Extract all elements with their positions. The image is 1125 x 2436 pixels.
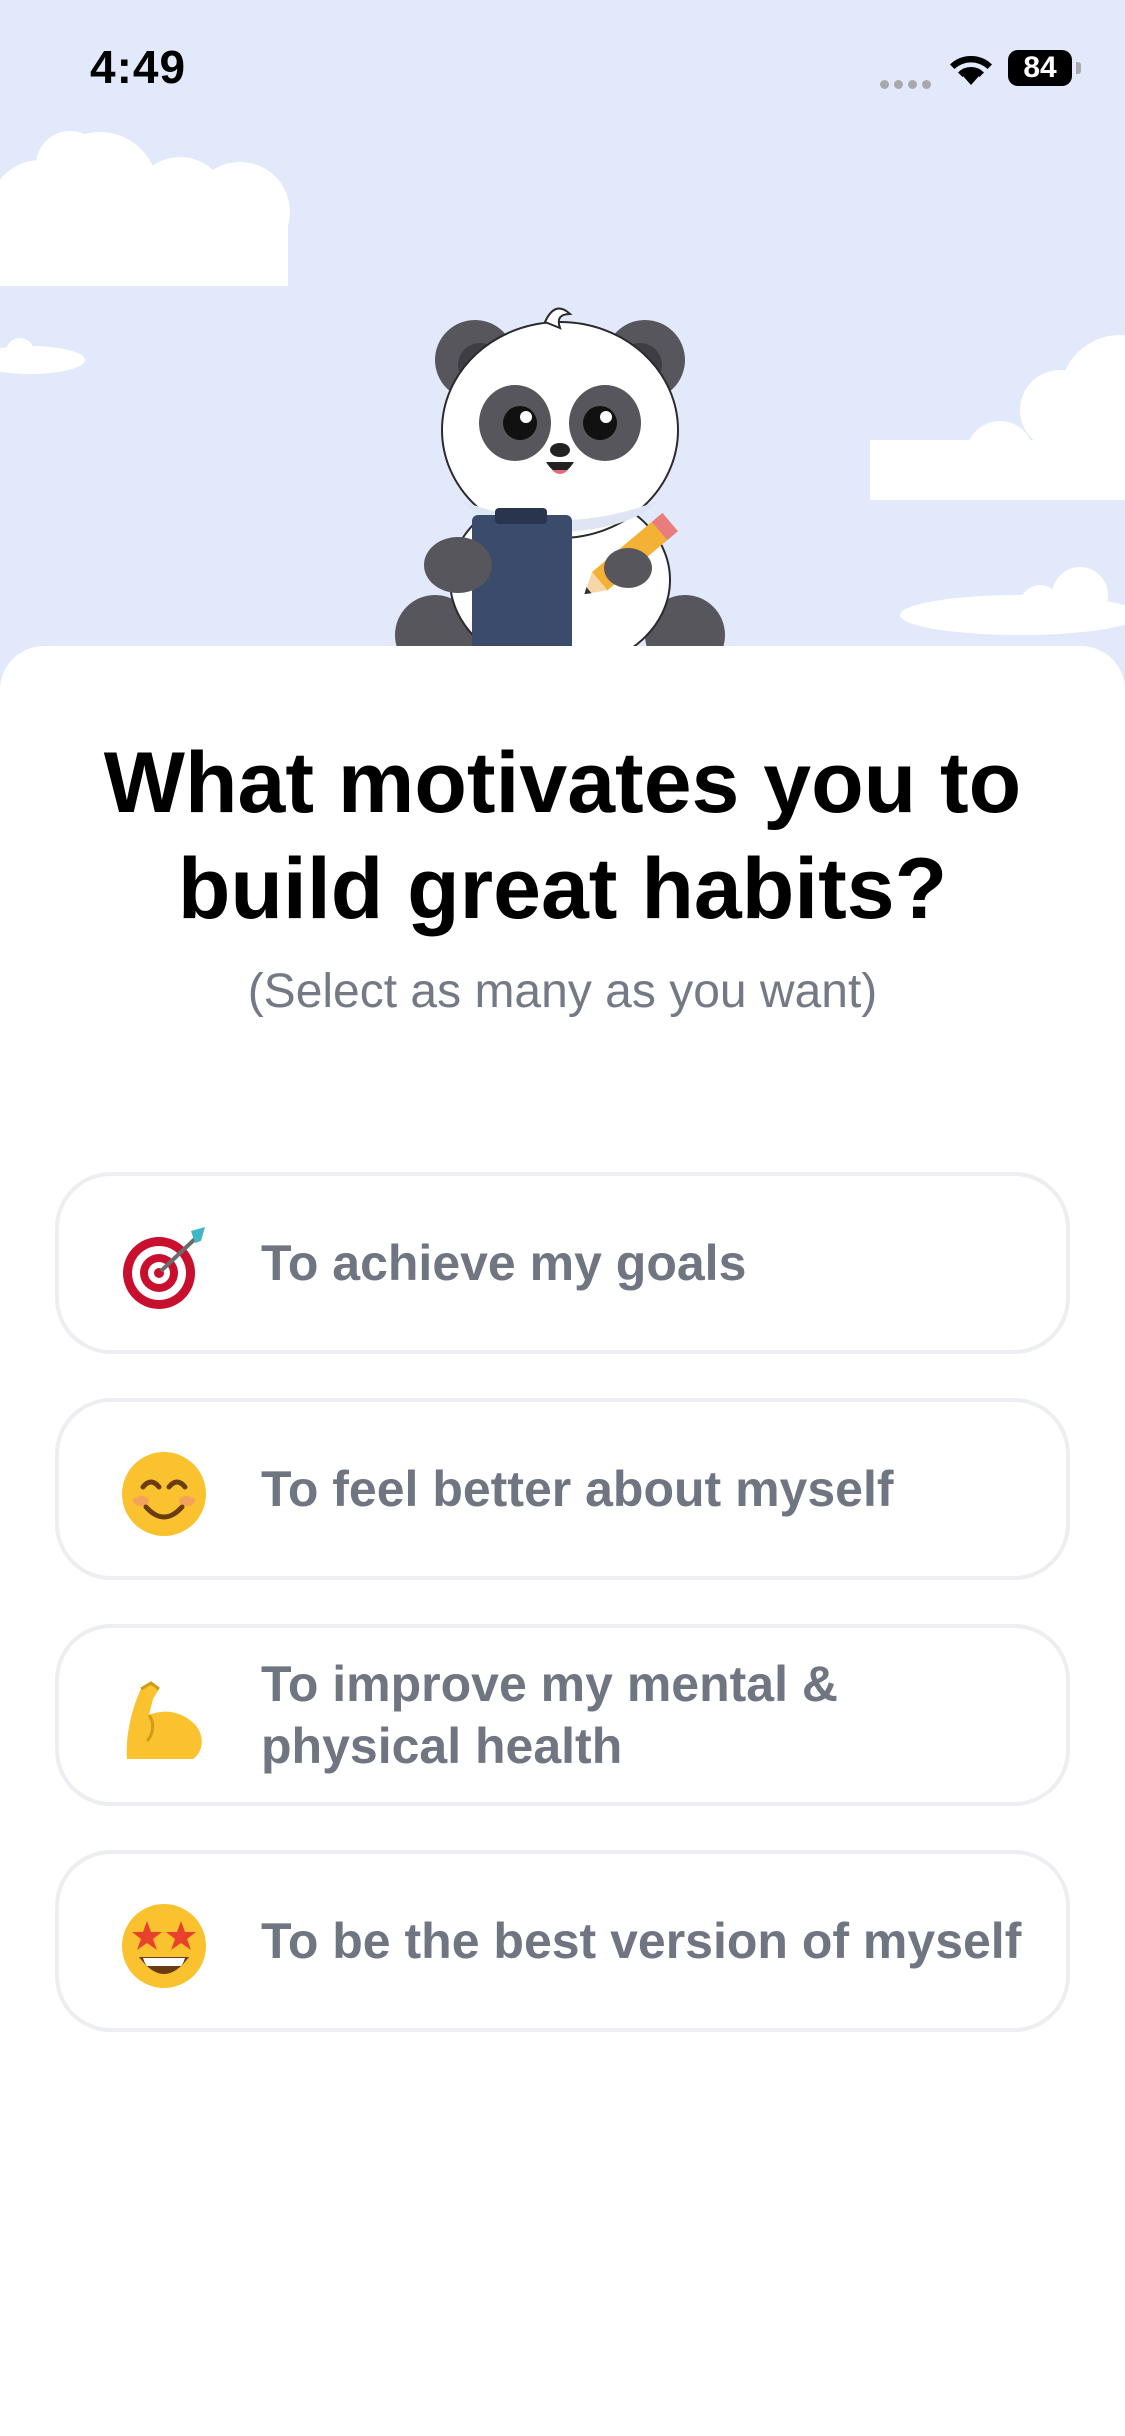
smiling-face-icon bbox=[122, 1452, 206, 1536]
option-label: To improve my mental & physical health bbox=[261, 1656, 838, 1774]
question-subtitle: (Select as many as you want) bbox=[247, 965, 878, 1018]
options-list: To achieve my goals To feel better about… bbox=[55, 1172, 1070, 2076]
option-feel-better[interactable]: To feel better about myself bbox=[55, 1398, 1070, 1580]
option-achieve-goals[interactable]: To achieve my goals bbox=[55, 1172, 1070, 1354]
option-label: To feel better about myself bbox=[261, 1461, 894, 1517]
battery-icon: 84 bbox=[1008, 50, 1081, 86]
question-title: What motivates you to build great habits… bbox=[103, 735, 1022, 937]
option-label: To achieve my goals bbox=[261, 1235, 747, 1291]
panda-mascot-illustration bbox=[395, 307, 725, 660]
option-improve-health[interactable]: To improve my mental & physical health bbox=[55, 1624, 1070, 1806]
status-time: 4:49 bbox=[90, 41, 187, 93]
flexed-biceps-icon bbox=[126, 1681, 202, 1759]
option-best-version[interactable]: To be the best version of myself bbox=[55, 1850, 1070, 2032]
target-icon bbox=[123, 1227, 205, 1309]
star-struck-face-icon bbox=[122, 1904, 206, 1988]
wifi-icon bbox=[950, 55, 992, 85]
cellular-signal-icon bbox=[880, 76, 936, 89]
status-bar: 4:49 84 bbox=[0, 0, 1125, 140]
question-sheet: What motivates you to build great habits… bbox=[0, 646, 1125, 2436]
option-label: To be the best version of myself bbox=[261, 1913, 1022, 1969]
battery-level: 84 bbox=[1023, 51, 1057, 84]
